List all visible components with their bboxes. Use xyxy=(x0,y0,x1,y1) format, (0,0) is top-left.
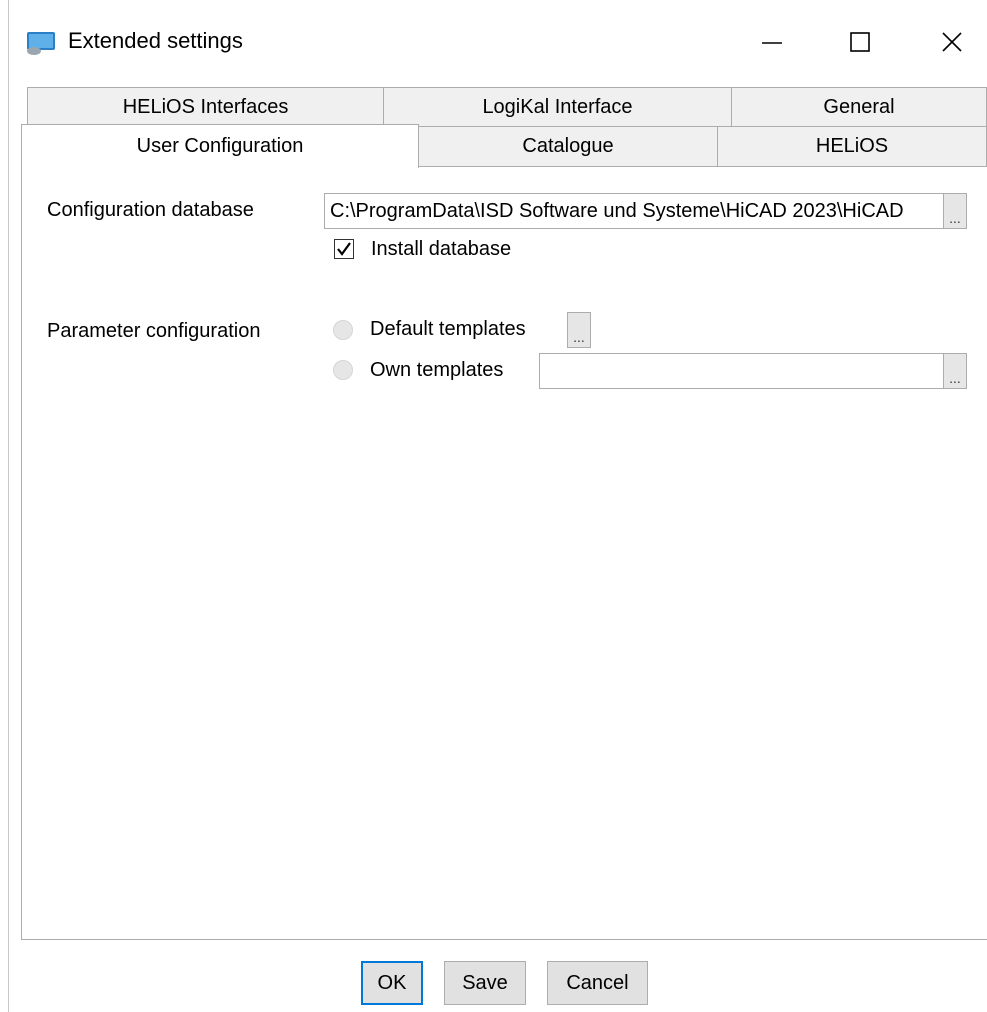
maximize-button[interactable] xyxy=(830,18,890,66)
config-db-path-field[interactable]: C:\ProgramData\ISD Software und Systeme\… xyxy=(324,193,945,229)
checkmark-icon xyxy=(337,242,351,256)
install-database-checkbox[interactable] xyxy=(334,239,354,259)
close-button[interactable] xyxy=(922,18,982,66)
config-db-browse-button[interactable]: ... xyxy=(943,193,967,229)
tab-helios-interfaces[interactable]: HELiOS Interfaces xyxy=(27,87,384,127)
install-database-label: Install database xyxy=(371,238,512,260)
minimize-button[interactable] xyxy=(742,18,802,66)
save-button[interactable]: Save xyxy=(444,961,526,1005)
window-border xyxy=(8,0,9,1012)
own-templates-label: Own templates xyxy=(370,359,504,381)
cancel-button[interactable]: Cancel xyxy=(547,961,648,1005)
window-title: Extended settings xyxy=(68,28,243,53)
config-db-label: Configuration database xyxy=(47,199,254,221)
default-templates-label: Default templates xyxy=(370,318,526,340)
minimize-icon xyxy=(762,42,782,44)
param-config-label: Parameter configuration xyxy=(47,320,261,342)
tab-catalogue[interactable]: Catalogue xyxy=(418,126,718,167)
maximize-icon xyxy=(850,32,870,52)
default-templates-browse-button[interactable]: ... xyxy=(567,312,591,348)
tab-logikal-interface[interactable]: LogiKal Interface xyxy=(383,87,732,127)
close-icon xyxy=(942,32,962,52)
own-templates-browse-button[interactable]: ... xyxy=(943,353,967,389)
tab-helios[interactable]: HELiOS xyxy=(717,126,987,167)
tab-user-configuration[interactable]: User Configuration xyxy=(21,124,419,168)
app-icon xyxy=(27,32,55,55)
tab-general[interactable]: General xyxy=(731,87,987,127)
own-templates-radio[interactable] xyxy=(333,360,353,380)
own-templates-path-field[interactable] xyxy=(539,353,944,389)
ok-button[interactable]: OK xyxy=(361,961,423,1005)
tab-panel-user-configuration xyxy=(21,166,987,940)
default-templates-radio[interactable] xyxy=(333,320,353,340)
